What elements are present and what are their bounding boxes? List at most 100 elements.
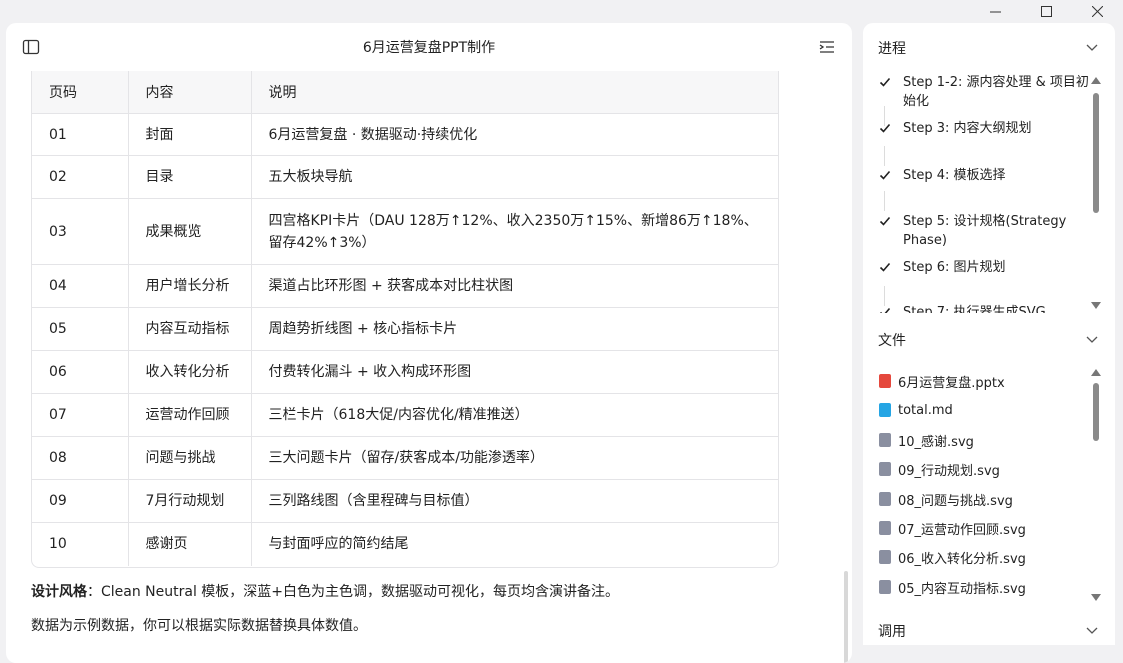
file-name: 07_运营动作回顾.svg — [898, 522, 1026, 538]
file-name: 10_感谢.svg — [898, 434, 974, 450]
pptx-file-icon — [879, 374, 891, 388]
scroll-up-arrow[interactable] — [1091, 369, 1101, 376]
page-cell: 09 — [32, 479, 129, 523]
main-scrollbar-thumb[interactable] — [844, 571, 848, 663]
scroll-down-arrow[interactable] — [1091, 302, 1101, 309]
file-item[interactable]: 07_运营动作回顾.svg — [879, 518, 1026, 538]
progress-step: Step 1-2: 源内容处理 & 项目初始化 — [879, 73, 1089, 111]
maximize-icon — [1041, 5, 1052, 17]
file-name: 06_收入转化分析.svg — [898, 551, 1026, 567]
table-row: 04 用户增长分析 渠道占比环形图 + 获客成本对比柱状图 — [32, 264, 778, 308]
column-header: 说明 — [251, 71, 778, 114]
file-name: 08_问题与挑战.svg — [898, 493, 1013, 509]
table-row: 06 收入转化分析 付费转化漏斗 + 收入构成环形图 — [32, 350, 778, 394]
step-label: Step 7: 执行器生成SVG — [903, 305, 1046, 313]
file-item[interactable]: 6月运营复盘.pptx — [879, 371, 1005, 391]
slide-outline-table: 页码 内容 说明 01 封面 6月运营复盘 · 数据驱动·持续优化 02 目录 … — [31, 71, 779, 568]
progress-step: Step 3: 内容大纲规划 — [879, 119, 1089, 138]
desc-cell: 付费转化漏斗 + 收入构成环形图 — [251, 350, 778, 394]
table-row: 05 内容互动指标 周趋势折线图 + 核心指标卡片 — [32, 307, 778, 351]
right-panel: 进程 Step 1-2: 源内容处理 & 项目初始化 Step 3: 内容大纲规… — [863, 23, 1115, 645]
content-cell: 感谢页 — [128, 522, 252, 566]
page-cell: 10 — [32, 522, 129, 566]
file-item[interactable]: 06_收入转化分析.svg — [879, 547, 1026, 567]
svg-file-icon — [879, 550, 891, 564]
page-cell: 02 — [32, 155, 129, 199]
content-cell: 目录 — [128, 155, 252, 199]
check-icon — [879, 77, 891, 87]
check-icon — [880, 307, 891, 313]
desc-cell: 周趋势折线图 + 核心指标卡片 — [251, 307, 778, 351]
content-cell: 用户增长分析 — [128, 264, 252, 308]
progress-title: 进程 — [878, 41, 906, 57]
content-cell: 7月行动规划 — [128, 479, 252, 523]
desc-cell: 三列路线图（含里程碑与目标值） — [251, 479, 778, 523]
file-item[interactable]: 09_行动规划.svg — [879, 459, 1000, 479]
main-panel: 6月运营复盘PPT制作 页码 内容 说明 01 封面 6月运营复盘 · 数据驱动… — [6, 23, 852, 663]
table-row: 07 运营动作回顾 三栏卡片（618大促/内容优化/精准推送） — [32, 393, 778, 437]
page-cell: 08 — [32, 436, 129, 480]
progress-step: Step 4: 模板选择 — [879, 166, 1089, 185]
content-cell: 运营动作回顾 — [128, 393, 252, 437]
table-row: 02 目录 五大板块导航 — [32, 155, 778, 199]
progress-scrollbar-thumb[interactable] — [1093, 93, 1099, 213]
chevron-down-icon[interactable] — [1085, 332, 1099, 346]
check-icon — [879, 262, 891, 272]
svg-file-icon — [879, 462, 891, 476]
file-item[interactable]: 08_问题与挑战.svg — [879, 489, 1013, 509]
page-cell: 07 — [32, 393, 129, 437]
outline-toggle-icon[interactable] — [818, 39, 836, 55]
file-item[interactable]: 05_内容互动指标.svg — [879, 577, 1026, 597]
style-note: 设计风格：Clean Neutral 模板，深蓝+白色为主色调，数据驱动可视化，… — [31, 581, 619, 601]
svg-file-icon — [879, 492, 891, 506]
calls-section-header[interactable]: 调用 — [878, 621, 1099, 641]
progress-steps: Step 1-2: 源内容处理 & 项目初始化 Step 3: 内容大纲规划 S… — [863, 71, 1093, 313]
style-note-label: 设计风格 — [31, 584, 87, 600]
table-header-row: 页码 内容 说明 — [32, 71, 778, 114]
file-item[interactable]: total.md — [879, 400, 953, 420]
window-controls — [970, 0, 1123, 22]
file-item[interactable]: 10_感谢.svg — [879, 430, 974, 450]
page-cell: 06 — [32, 350, 129, 394]
files-section-header[interactable]: 文件 — [878, 330, 1099, 350]
svg-file-icon — [879, 580, 891, 594]
file-name: total.md — [898, 402, 953, 418]
progress-step: Step 7: 执行器生成SVG — [879, 303, 1089, 313]
check-icon — [879, 123, 891, 133]
file-name: 6月运营复盘.pptx — [898, 375, 1005, 391]
markdown-file-icon — [879, 403, 891, 417]
page-title: 6月运营复盘PPT制作 — [362, 40, 496, 56]
desc-cell: 三栏卡片（618大促/内容优化/精准推送） — [251, 393, 778, 437]
desc-cell: 五大板块导航 — [251, 155, 778, 199]
scroll-up-arrow[interactable] — [1091, 77, 1101, 84]
desc-cell: 6月运营复盘 · 数据驱动·持续优化 — [251, 113, 778, 156]
close-button[interactable] — [1072, 0, 1123, 22]
calls-title: 调用 — [878, 624, 906, 640]
step-label: Step 4: 模板选择 — [903, 168, 1006, 183]
main-header: 6月运营复盘PPT制作 — [6, 23, 852, 71]
step-connector — [884, 191, 885, 211]
minimize-icon — [990, 11, 1001, 12]
column-header: 内容 — [128, 71, 252, 114]
check-icon — [879, 216, 891, 226]
table-row: 08 问题与挑战 三大问题卡片（留存/获客成本/功能渗透率） — [32, 436, 778, 480]
column-header: 页码 — [32, 71, 129, 114]
desc-cell: 三大问题卡片（留存/获客成本/功能渗透率） — [251, 436, 778, 480]
chat-scroll-area[interactable]: 页码 内容 说明 01 封面 6月运营复盘 · 数据驱动·持续优化 02 目录 … — [6, 71, 852, 663]
data-note: 数据为示例数据，你可以根据实际数据替换具体数值。 — [31, 618, 367, 634]
chevron-down-icon[interactable] — [1085, 40, 1099, 54]
page-cell: 03 — [32, 198, 129, 265]
step-label: Step 5: 设计规格(Strategy Phase) — [903, 214, 1067, 248]
scroll-down-arrow[interactable] — [1091, 594, 1101, 601]
minimize-button[interactable] — [970, 0, 1021, 22]
content-cell: 问题与挑战 — [128, 436, 252, 480]
progress-section-header[interactable]: 进程 — [878, 38, 1099, 58]
files-scrollbar-thumb[interactable] — [1093, 383, 1099, 441]
progress-step: Step 5: 设计规格(Strategy Phase) — [879, 212, 1089, 250]
desc-cell: 与封面呼应的简约结尾 — [268, 536, 409, 553]
maximize-button[interactable] — [1021, 0, 1072, 22]
chevron-down-icon[interactable] — [1085, 623, 1099, 637]
file-name: 05_内容互动指标.svg — [898, 581, 1026, 597]
svg-file-icon — [879, 521, 891, 535]
page-cell: 01 — [32, 113, 129, 156]
